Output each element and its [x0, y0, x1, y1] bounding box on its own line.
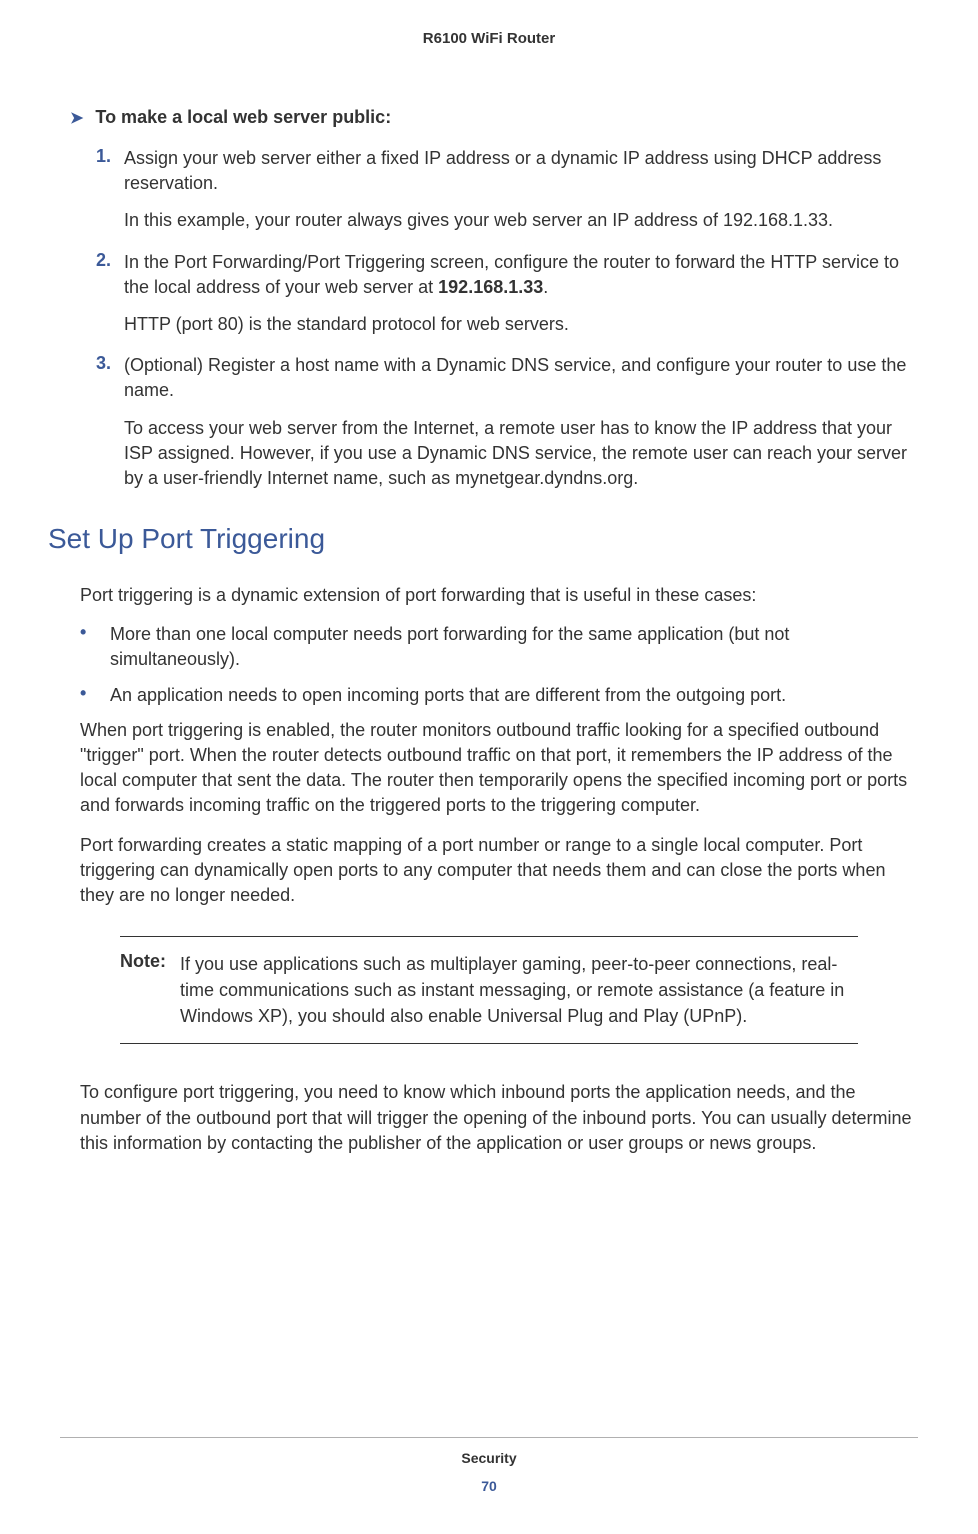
note-label: Note: — [120, 951, 180, 1029]
section-para: When port triggering is enabled, the rou… — [80, 718, 918, 819]
step-subtext: HTTP (port 80) is the standard protocol … — [124, 312, 918, 337]
step-number: 1. — [96, 146, 124, 196]
step-post: . — [543, 277, 548, 297]
step-row: 1. Assign your web server either a fixed… — [96, 146, 918, 196]
section-para: Port forwarding creates a static mapping… — [80, 833, 918, 909]
step-subtext: To access your web server from the Inter… — [124, 416, 918, 492]
bullet-text: More than one local computer needs port … — [110, 622, 918, 672]
step-number: 3. — [96, 353, 124, 403]
procedure-title: To make a local web server public: — [95, 107, 391, 128]
step-text: (Optional) Register a host name with a D… — [124, 353, 918, 403]
page-header-title: R6100 WiFi Router — [60, 30, 918, 47]
note-block: Note: If you use applications such as mu… — [120, 936, 858, 1044]
note-text: If you use applications such as multipla… — [180, 951, 858, 1029]
step-subtext: In this example, your router always give… — [124, 208, 918, 233]
step-text: In the Port Forwarding/Port Triggering s… — [124, 250, 918, 300]
step-number: 2. — [96, 250, 124, 300]
step-bold-ip: 192.168.1.33 — [438, 277, 543, 297]
bullet-icon: • — [80, 622, 110, 672]
footer-chapter: Security — [60, 1450, 918, 1466]
bullet-text: An application needs to open incoming po… — [110, 683, 786, 708]
chevron-right-icon: ➤ — [70, 108, 83, 128]
section-intro: Port triggering is a dynamic extension o… — [80, 583, 918, 608]
section-para: To configure port triggering, you need t… — [80, 1080, 918, 1156]
bullet-row: • More than one local computer needs por… — [80, 622, 918, 672]
step-text: Assign your web server either a fixed IP… — [124, 146, 918, 196]
page-footer: Security 70 — [60, 1437, 918, 1494]
section-heading: Set Up Port Triggering — [48, 523, 918, 555]
step-row: 3. (Optional) Register a host name with … — [96, 353, 918, 403]
bullet-icon: • — [80, 683, 110, 708]
step-row: 2. In the Port Forwarding/Port Triggerin… — [96, 250, 918, 300]
bullet-row: • An application needs to open incoming … — [80, 683, 918, 708]
footer-page-number: 70 — [60, 1478, 918, 1494]
procedure-heading-row: ➤ To make a local web server public: — [70, 107, 918, 128]
